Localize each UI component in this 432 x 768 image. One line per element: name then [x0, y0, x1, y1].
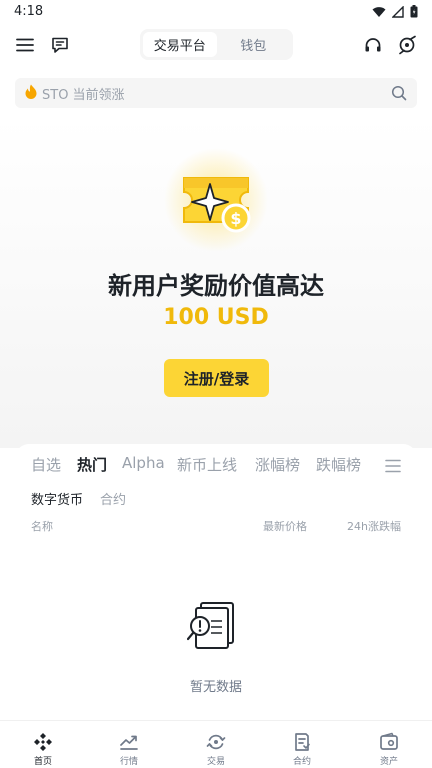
nav-trade[interactable]: 交易: [173, 721, 259, 768]
market-tabs: 自选 热门 Alpha 新币上线 涨幅榜 跌幅榜: [15, 454, 417, 480]
futures-icon: [295, 733, 310, 751]
tab-alpha[interactable]: Alpha: [122, 454, 165, 472]
svg-text:$: $: [230, 209, 241, 228]
nav-markets[interactable]: 行情: [86, 721, 172, 768]
trade-icon: [206, 734, 226, 750]
tab-favorites[interactable]: 自选: [31, 454, 61, 475]
promo-title: 新用户奖励价值高达: [108, 272, 324, 300]
nav-label-home: 首页: [33, 757, 52, 767]
menu-icon[interactable]: [15, 35, 35, 55]
tab-new-listings[interactable]: 新币上线: [177, 454, 237, 475]
column-change: 24h涨跌幅: [347, 520, 401, 533]
search-placeholder: STO 当前领涨: [42, 87, 125, 103]
subtab-crypto[interactable]: 数字货币: [31, 489, 83, 508]
more-menu-icon[interactable]: [385, 458, 401, 473]
signal-icon: [392, 5, 404, 18]
tab-hot[interactable]: 热门: [77, 454, 107, 475]
tab-gainers[interactable]: 涨幅榜: [255, 454, 300, 475]
nav-label-assets: 资产: [379, 757, 398, 767]
bottom-navigation: 首页 行情 交易 合约 资产: [0, 720, 432, 768]
promo-amount: 100 USD: [163, 305, 269, 330]
status-icons: [372, 5, 418, 18]
nav-label-futures: 合约: [292, 757, 311, 767]
search-icon[interactable]: [391, 85, 407, 101]
segment-wallet[interactable]: 钱包: [217, 32, 291, 57]
top-header: 交易平台 钱包: [0, 28, 432, 62]
wifi-icon: [372, 6, 386, 17]
battery-icon: [410, 5, 418, 18]
empty-state-text: 暂无数据: [189, 680, 242, 695]
signup-login-button[interactable]: 注册/登录: [164, 359, 269, 397]
search-bar[interactable]: STO 当前领涨: [15, 78, 417, 108]
nav-label-trade: 交易: [206, 757, 225, 767]
platform-switcher: 交易平台 钱包: [140, 29, 293, 60]
home-icon: [34, 733, 52, 751]
nav-futures[interactable]: 合约: [259, 721, 345, 768]
reward-coupon-icon: $: [160, 148, 272, 256]
messages-icon[interactable]: [50, 35, 70, 55]
nav-assets[interactable]: 资产: [346, 721, 432, 768]
markets-icon: [120, 735, 138, 750]
headset-icon[interactable]: [363, 35, 383, 55]
signup-promo-banner: $ 新用户奖励价值高达 100 USD 注册/登录: [0, 118, 432, 448]
tab-losers[interactable]: 跌幅榜: [316, 454, 361, 475]
status-bar: 4:18: [0, 0, 432, 24]
nav-label-markets: 行情: [119, 757, 138, 767]
no-data-icon: [186, 599, 241, 655]
market-card: 自选 热门 Alpha 新币上线 涨幅榜 跌幅榜 数字货币 合约 名称 最新价格…: [15, 444, 417, 734]
fire-icon: [25, 84, 37, 103]
segment-exchange[interactable]: 交易平台: [143, 32, 217, 57]
wallet-icon: [380, 732, 398, 750]
subtab-futures[interactable]: 合约: [100, 489, 126, 508]
referral-icon[interactable]: [397, 35, 417, 55]
status-time: 4:18: [14, 4, 44, 19]
nav-home[interactable]: 首页: [0, 721, 86, 768]
column-name: 名称: [31, 520, 53, 533]
column-price: 最新价格: [263, 520, 307, 533]
